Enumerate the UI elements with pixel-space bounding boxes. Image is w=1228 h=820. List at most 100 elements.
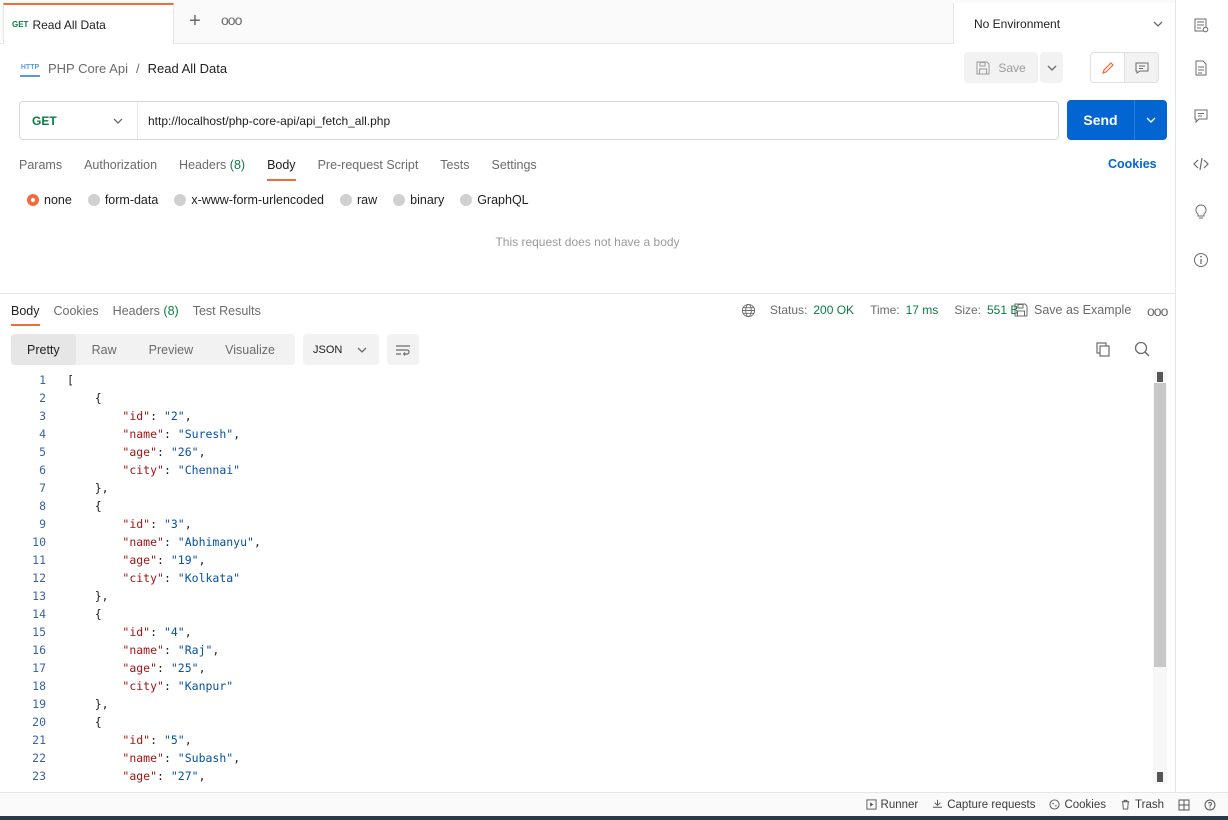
line-number: 5 bbox=[39, 445, 46, 459]
tab-params[interactable]: Params bbox=[19, 150, 62, 180]
scroll-up-arrow[interactable] bbox=[1157, 372, 1163, 382]
cookies-button[interactable]: Cookies bbox=[1049, 799, 1106, 811]
environment-quick-look-icon[interactable] bbox=[1190, 14, 1212, 36]
code-line: "id": "5", bbox=[122, 733, 192, 747]
code-line: { bbox=[67, 607, 102, 621]
response-tab-headers[interactable]: Headers (8) bbox=[113, 297, 179, 325]
save-button[interactable]: Save bbox=[964, 52, 1038, 83]
trash-button[interactable]: Trash bbox=[1120, 799, 1164, 811]
line-number: 3 bbox=[39, 409, 46, 423]
cookie-icon bbox=[1049, 799, 1060, 810]
response-tab-test-results[interactable]: Test Results bbox=[193, 297, 261, 325]
more-options-icon[interactable]: ooo bbox=[1147, 303, 1168, 319]
more-tabs-icon[interactable]: ooo bbox=[221, 12, 242, 32]
info-icon[interactable] bbox=[1190, 249, 1212, 271]
wrap-lines-button[interactable] bbox=[387, 334, 419, 365]
add-tab-icon[interactable]: + bbox=[185, 11, 205, 32]
code-line: { bbox=[67, 391, 102, 405]
environment-select[interactable]: No Environment bbox=[953, 3, 1175, 44]
method-label: GET bbox=[32, 113, 57, 128]
code-line: "id": "2", bbox=[122, 409, 192, 423]
body-type-radios: none form-data x-www-form-urlencoded raw… bbox=[27, 192, 545, 208]
line-number: 14 bbox=[32, 607, 46, 621]
body-type-binary[interactable]: binary bbox=[393, 193, 444, 207]
line-number: 7 bbox=[39, 481, 46, 495]
breadcrumb-separator: / bbox=[135, 60, 140, 76]
code-line: { bbox=[67, 499, 102, 513]
tab-body[interactable]: Body bbox=[267, 150, 296, 181]
body-type-form-data[interactable]: form-data bbox=[87, 193, 158, 207]
code-icon[interactable] bbox=[1190, 153, 1212, 175]
send-button[interactable]: Send bbox=[1067, 100, 1167, 140]
tab-authorization[interactable]: Authorization bbox=[84, 150, 157, 180]
tab-settings[interactable]: Settings bbox=[491, 150, 536, 180]
line-number: 12 bbox=[32, 571, 46, 585]
method-select[interactable]: GET bbox=[20, 102, 138, 139]
line-number: 18 bbox=[32, 679, 46, 693]
scrollbar-thumb[interactable] bbox=[1154, 383, 1166, 667]
http-request-icon: HTTP bbox=[20, 59, 40, 77]
status-bar: Runner Capture requests Cookies Trash bbox=[0, 792, 1228, 816]
response-tab-body[interactable]: Body bbox=[11, 297, 40, 326]
response-view-tabs: Pretty Raw Preview Visualize bbox=[11, 334, 295, 365]
chevron-down-icon bbox=[1146, 117, 1156, 123]
cookies-link[interactable]: Cookies bbox=[1108, 157, 1157, 171]
request-tabs: Params Authorization Headers (8) Body Pr… bbox=[19, 150, 559, 181]
body-type-urlencoded[interactable]: x-www-form-urlencoded bbox=[174, 193, 324, 207]
code-line: [ bbox=[67, 373, 74, 387]
line-number: 15 bbox=[32, 625, 46, 639]
comment-mode-button[interactable] bbox=[1124, 53, 1158, 82]
breadcrumb-collection[interactable]: PHP Core Api bbox=[48, 61, 128, 76]
edit-mode-button[interactable] bbox=[1091, 53, 1124, 82]
comments-icon[interactable] bbox=[1190, 105, 1212, 127]
layout-toggle-icon[interactable] bbox=[1178, 799, 1190, 811]
body-type-none[interactable]: none bbox=[27, 193, 72, 207]
code-line: "age": "26", bbox=[122, 445, 206, 459]
taskbar-edge bbox=[0, 816, 1228, 820]
line-number: 20 bbox=[32, 715, 46, 729]
no-body-message: This request does not have a body bbox=[495, 235, 680, 249]
capture-requests-button[interactable]: Capture requests bbox=[932, 799, 1035, 811]
save-icon bbox=[1014, 303, 1028, 317]
save-options-button[interactable] bbox=[1040, 52, 1063, 83]
tab-pre-request-script[interactable]: Pre-request Script bbox=[318, 150, 419, 180]
size-label: Size: bbox=[954, 303, 981, 317]
tab-tests[interactable]: Tests bbox=[440, 150, 469, 180]
body-type-raw[interactable]: raw bbox=[340, 193, 377, 207]
code-line: }, bbox=[67, 589, 109, 603]
view-visualize[interactable]: Visualize bbox=[209, 334, 291, 365]
help-icon[interactable] bbox=[1204, 799, 1216, 811]
line-number: 21 bbox=[32, 733, 46, 747]
request-tab[interactable]: GET Read All Data bbox=[3, 3, 174, 44]
chevron-down-icon bbox=[357, 347, 367, 353]
globe-icon[interactable] bbox=[741, 303, 756, 318]
code-line: "name": "Raj", bbox=[122, 643, 220, 657]
documentation-icon[interactable] bbox=[1190, 57, 1212, 79]
scroll-down-arrow[interactable] bbox=[1157, 772, 1163, 782]
search-icon[interactable] bbox=[1133, 340, 1151, 358]
view-raw[interactable]: Raw bbox=[76, 334, 133, 365]
copy-icon[interactable] bbox=[1094, 340, 1112, 358]
view-preview[interactable]: Preview bbox=[133, 334, 209, 365]
runner-button[interactable]: Runner bbox=[865, 799, 918, 811]
breadcrumb-request[interactable]: Read All Data bbox=[148, 61, 228, 76]
time-label: Time: bbox=[870, 303, 900, 317]
code-line: }, bbox=[67, 697, 109, 711]
response-tab-cookies[interactable]: Cookies bbox=[54, 297, 99, 325]
response-body-code[interactable]: 1 [2 {3 "id": "2", 4 "name": "Suresh", 5 "a… bbox=[0, 370, 1152, 784]
radio-icon bbox=[27, 194, 39, 206]
send-options-button[interactable] bbox=[1134, 100, 1167, 140]
pencil-icon bbox=[1101, 61, 1114, 74]
tab-headers[interactable]: Headers (8) bbox=[179, 150, 245, 180]
code-line: "id": "3", bbox=[122, 517, 192, 531]
save-as-example-button[interactable]: Save as Example bbox=[1014, 301, 1131, 319]
lightbulb-icon[interactable] bbox=[1190, 201, 1212, 223]
format-select[interactable]: JSON bbox=[303, 334, 379, 365]
code-line: "city": "Kolkata" bbox=[122, 571, 241, 585]
pane-divider[interactable] bbox=[0, 293, 1175, 294]
view-pretty[interactable]: Pretty bbox=[11, 334, 76, 365]
body-type-graphql[interactable]: GraphQL bbox=[460, 193, 529, 207]
url-input[interactable]: http://localhost/php-core-api/api_fetch_… bbox=[138, 114, 390, 128]
tab-title: Read All Data bbox=[32, 17, 106, 32]
radio-icon bbox=[460, 194, 473, 206]
